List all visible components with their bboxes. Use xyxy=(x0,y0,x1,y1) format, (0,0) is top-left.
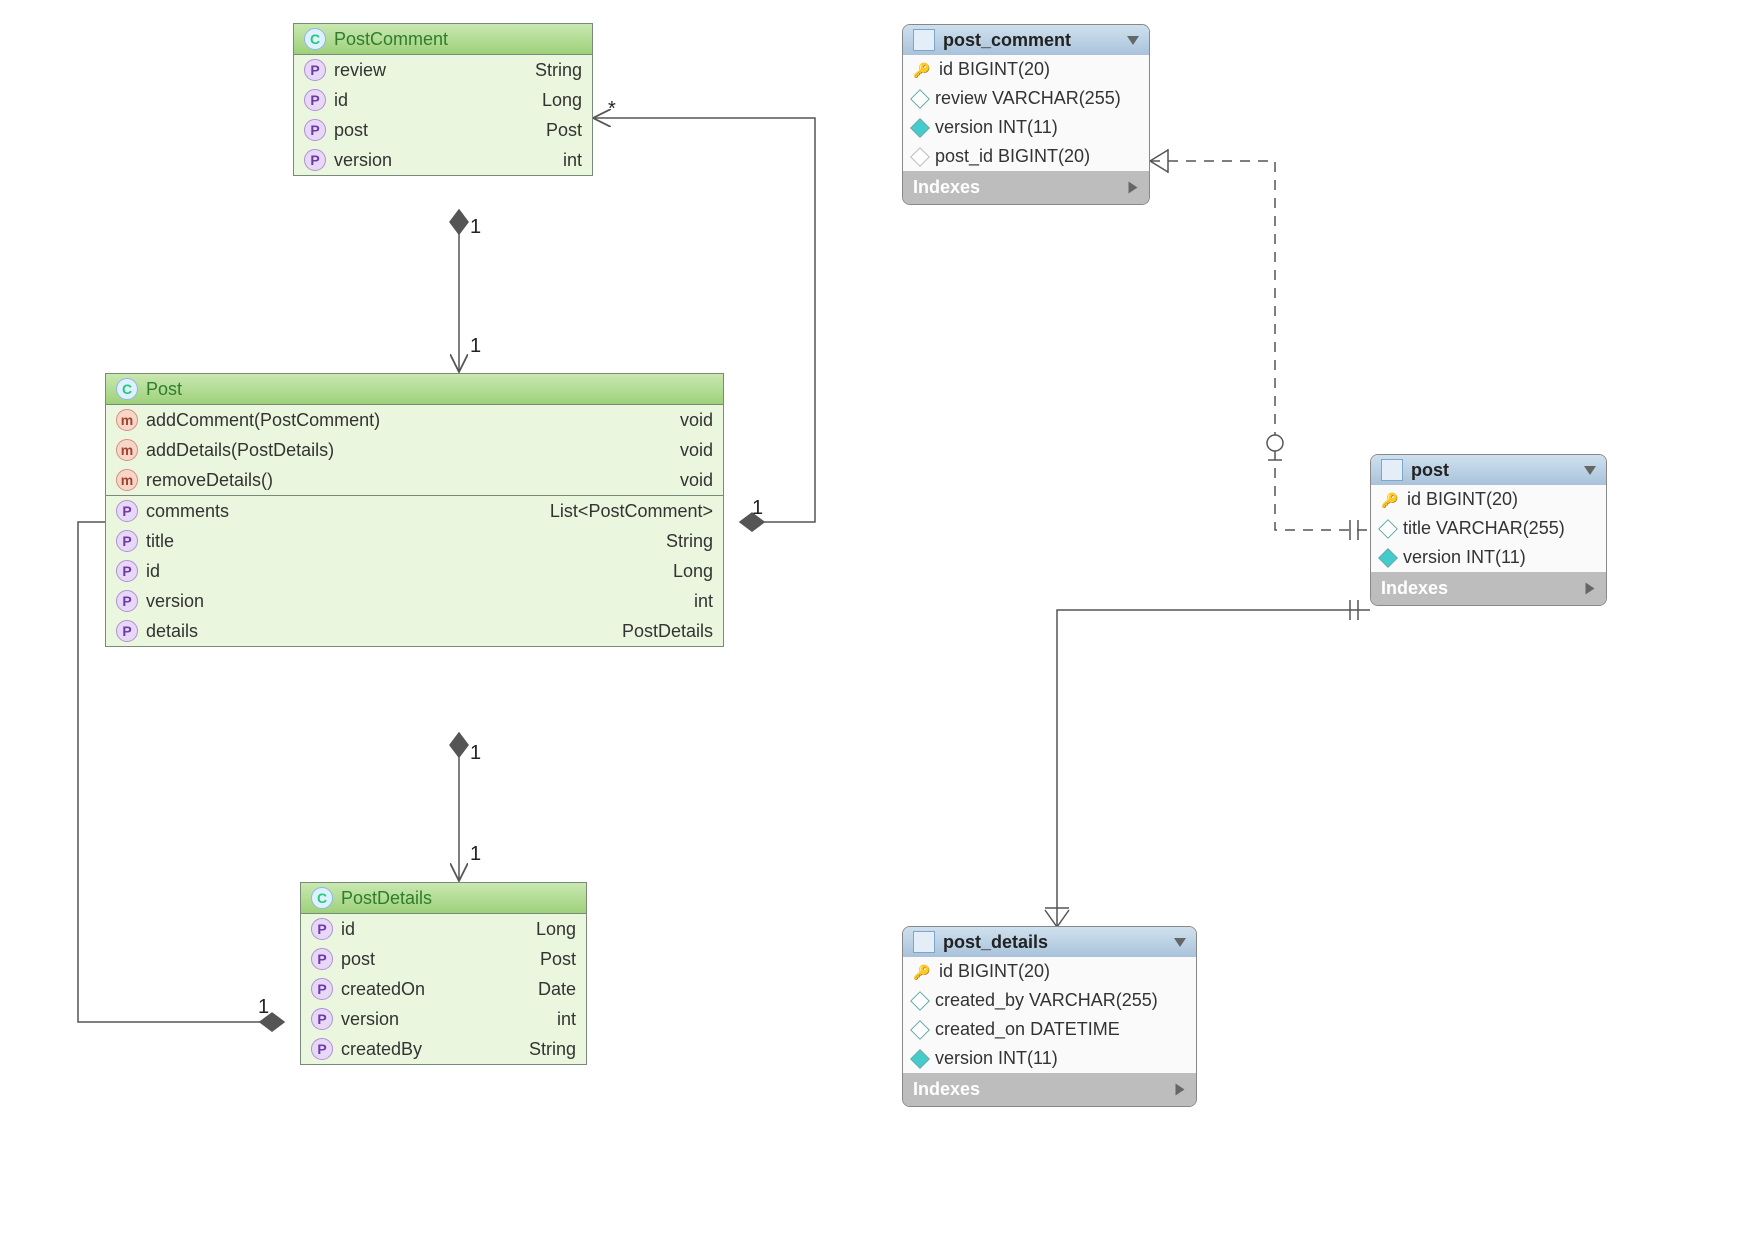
diamond-icon xyxy=(910,1020,930,1040)
prop-row: Pversionint xyxy=(294,145,592,175)
col-row: review VARCHAR(255) xyxy=(903,84,1149,113)
collapse-icon xyxy=(1127,36,1139,45)
prop-row: PtitleString xyxy=(106,526,723,556)
table-post: post 🔑id BIGINT(20) title VARCHAR(255) v… xyxy=(1370,454,1607,606)
prop-row: PpostPost xyxy=(301,944,586,974)
method-icon: m xyxy=(116,469,138,491)
table-icon xyxy=(913,931,935,953)
diamond-icon xyxy=(910,991,930,1011)
key-icon: 🔑 xyxy=(1381,491,1399,509)
mult-one: 1 xyxy=(470,216,481,239)
property-icon: P xyxy=(116,590,138,612)
property-icon: P xyxy=(116,560,138,582)
indexes-section: Indexes xyxy=(1371,572,1606,605)
property-icon: P xyxy=(304,149,326,171)
prop-row: Pversionint xyxy=(301,1004,586,1034)
mult-star: * xyxy=(608,98,616,121)
prop-row: PidLong xyxy=(106,556,723,586)
diamond-icon xyxy=(1378,519,1398,539)
property-icon: P xyxy=(311,918,333,940)
class-name: PostDetails xyxy=(341,888,432,909)
table-icon xyxy=(913,29,935,51)
property-icon: P xyxy=(116,500,138,522)
col-row: created_by VARCHAR(255) xyxy=(903,986,1196,1015)
property-icon: P xyxy=(311,1008,333,1030)
class-name: PostComment xyxy=(334,29,448,50)
col-row: title VARCHAR(255) xyxy=(1371,514,1606,543)
table-post-details: post_details 🔑id BIGINT(20) created_by V… xyxy=(902,926,1197,1107)
col-row: 🔑id BIGINT(20) xyxy=(903,55,1149,84)
col-row: 🔑id BIGINT(20) xyxy=(903,957,1196,986)
class-icon: C xyxy=(311,887,333,909)
table-name: post xyxy=(1411,460,1576,481)
table-icon xyxy=(1381,459,1403,481)
expand-icon xyxy=(1586,583,1595,595)
collapse-icon xyxy=(1174,938,1186,947)
diamond-icon xyxy=(910,147,930,167)
mult-one: 1 xyxy=(470,742,481,765)
col-row: post_id BIGINT(20) xyxy=(903,142,1149,171)
property-icon: P xyxy=(116,530,138,552)
prop-row: PcreatedOnDate xyxy=(301,974,586,1004)
table-header: post_details xyxy=(903,927,1196,957)
collapse-icon xyxy=(1584,466,1596,475)
indexes-section: Indexes xyxy=(903,171,1149,204)
col-row: version INT(11) xyxy=(1371,543,1606,572)
table-header: post xyxy=(1371,455,1606,485)
table-name: post_details xyxy=(943,932,1166,953)
prop-row: PcommentsList<PostComment> xyxy=(106,496,723,526)
mult-one: 1 xyxy=(258,996,269,1019)
class-postdetails: C PostDetails PidLong PpostPost Pcreated… xyxy=(300,882,587,1065)
property-icon: P xyxy=(304,119,326,141)
col-row: version INT(11) xyxy=(903,113,1149,142)
indexes-section: Indexes xyxy=(903,1073,1196,1106)
property-icon: P xyxy=(116,620,138,642)
method-row: maddComment(PostComment)void xyxy=(106,405,723,435)
class-name: Post xyxy=(146,379,182,400)
property-icon: P xyxy=(311,978,333,1000)
prop-row: PcreatedByString xyxy=(301,1034,586,1064)
diagram-canvas: * 1 1 1 1 1 1 1 C PostComment PreviewStr… xyxy=(0,0,1749,1237)
class-icon: C xyxy=(116,378,138,400)
col-row: created_on DATETIME xyxy=(903,1015,1196,1044)
col-row: version INT(11) xyxy=(903,1044,1196,1073)
class-header: C PostComment xyxy=(294,24,592,55)
diamond-icon xyxy=(910,89,930,109)
prop-row: PpostPost xyxy=(294,115,592,145)
expand-icon xyxy=(1129,182,1138,194)
class-header: C Post xyxy=(106,374,723,405)
key-icon: 🔑 xyxy=(913,963,931,981)
property-icon: P xyxy=(304,89,326,111)
diamond-icon xyxy=(910,1049,930,1069)
diamond-icon xyxy=(910,118,930,138)
method-icon: m xyxy=(116,409,138,431)
method-row: maddDetails(PostDetails)void xyxy=(106,435,723,465)
class-post: C Post maddComment(PostComment)void madd… xyxy=(105,373,724,647)
method-icon: m xyxy=(116,439,138,461)
class-icon: C xyxy=(304,28,326,50)
class-header: C PostDetails xyxy=(301,883,586,914)
key-icon: 🔑 xyxy=(913,61,931,79)
expand-icon xyxy=(1176,1084,1185,1096)
table-name: post_comment xyxy=(943,30,1119,51)
property-icon: P xyxy=(311,1038,333,1060)
method-row: mremoveDetails()void xyxy=(106,465,723,495)
table-header: post_comment xyxy=(903,25,1149,55)
prop-row: PreviewString xyxy=(294,55,592,85)
prop-row: Pversionint xyxy=(106,586,723,616)
property-icon: P xyxy=(304,59,326,81)
mult-one: 1 xyxy=(470,843,481,866)
mult-one: 1 xyxy=(470,335,481,358)
col-row: 🔑id BIGINT(20) xyxy=(1371,485,1606,514)
property-icon: P xyxy=(311,948,333,970)
table-post-comment: post_comment 🔑id BIGINT(20) review VARCH… xyxy=(902,24,1150,205)
class-postcomment: C PostComment PreviewString PidLong Ppos… xyxy=(293,23,593,176)
prop-row: PidLong xyxy=(301,914,586,944)
prop-row: PdetailsPostDetails xyxy=(106,616,723,646)
mult-one: 1 xyxy=(752,497,763,520)
diamond-icon xyxy=(1378,548,1398,568)
prop-row: PidLong xyxy=(294,85,592,115)
